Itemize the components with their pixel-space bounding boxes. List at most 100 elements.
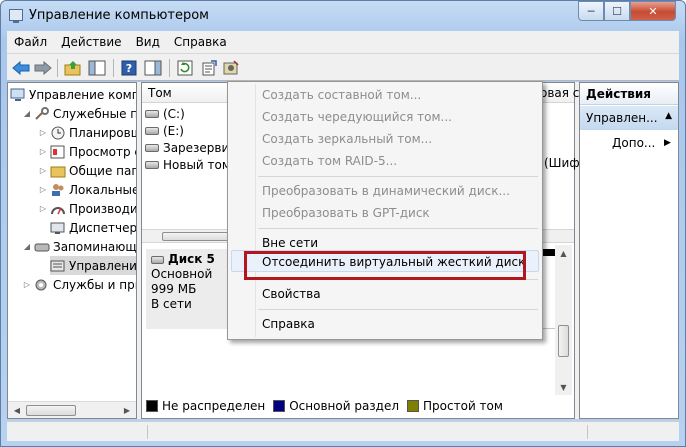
export-list-icon[interactable] (199, 58, 219, 78)
refresh-icon[interactable] (175, 58, 195, 78)
menu-item-create-striped[interactable]: Создать чередующийся том... (262, 107, 452, 127)
tree-item-computer-management[interactable]: Управление компь (10, 85, 137, 104)
forward-arrow-icon[interactable] (33, 58, 53, 78)
scroll-right-icon[interactable]: ▶ (119, 402, 135, 418)
column-header-filesystem[interactable]: овая с (540, 86, 579, 100)
tree-item-label: Производит (69, 201, 137, 216)
minimize-button[interactable]: ─ (578, 1, 604, 21)
tree-item-label: Просмотр с (69, 144, 137, 159)
menu-item-create-raid5[interactable]: Создать том RAID-5... (262, 151, 397, 171)
drive-icon (145, 144, 159, 152)
volume-label: (E:) (163, 124, 184, 138)
expand-arrow-icon[interactable]: ▷ (22, 280, 32, 289)
scroll-up-icon[interactable]: ▲ (555, 245, 572, 261)
tree-item-storage[interactable]: ◢ Запоминающ (22, 237, 137, 256)
up-folder-icon[interactable] (63, 58, 83, 78)
expand-arrow-icon[interactable]: ▷ (38, 185, 48, 194)
drive-icon (145, 110, 159, 118)
actions-pane: Действия Управлен... ▲ Допо... ▶ (579, 82, 679, 419)
settings-icon[interactable] (221, 58, 241, 78)
tree-item-label: Служебные пр (53, 106, 137, 121)
menu-item-convert-gpt[interactable]: Преобразовать в GPT-диск (262, 203, 430, 223)
collapse-up-icon[interactable]: ▲ (665, 111, 672, 121)
volume-label: Новый том (163, 158, 231, 172)
menu-item-detach-vhd[interactable]: Отсоединить виртуальный жесткий диск (262, 252, 525, 272)
menu-bar: Файл Действие Вид Справка (7, 31, 679, 53)
expand-arrow-icon[interactable]: ▷ (38, 166, 48, 175)
volume-row[interactable]: Новый том (145, 157, 231, 173)
disk-management-icon (50, 259, 66, 273)
back-arrow-icon[interactable] (11, 58, 31, 78)
menu-help[interactable]: Справка (167, 35, 234, 49)
console-tree[interactable]: Управление компь ◢ Служебные пр ▷ Планир… (7, 82, 137, 419)
tree-item-device-manager[interactable]: Диспетчер (50, 218, 137, 237)
tree-item-label: Управление компь (29, 87, 137, 102)
volume-label: (C:) (163, 107, 185, 121)
menu-item-convert-dynamic[interactable]: Преобразовать в динамический диск... (262, 181, 510, 201)
menu-item-help[interactable]: Справка (262, 314, 315, 334)
menu-file[interactable]: Файл (7, 35, 54, 49)
performance-icon (50, 202, 66, 216)
disk-status: В сети (151, 297, 192, 311)
column-header-volume[interactable]: Том (148, 86, 172, 100)
tree-horizontal-scrollbar[interactable]: ◀ ▶ (8, 401, 136, 418)
storage-icon (34, 240, 50, 254)
tree-item-services[interactable]: ▷ Службы и при (22, 275, 137, 294)
tree-item-shared-folders[interactable]: ▷ Общие папк (38, 161, 136, 180)
legend-swatch (146, 400, 158, 412)
tree-item-system-tools[interactable]: ◢ Служебные пр (22, 104, 137, 123)
disk-type: Основной (151, 267, 213, 281)
expand-arrow-icon[interactable]: ▷ (38, 147, 48, 156)
scroll-left-icon[interactable]: ◀ (9, 402, 25, 418)
more-actions-link[interactable]: Допо... (612, 136, 655, 150)
volume-filesystem-note: (Шиф (544, 156, 580, 170)
disk-context-menu: Создать составной том... Создать чередую… (227, 81, 543, 340)
disk-info-block[interactable]: Диск 5 Основной 999 МБ В сети (146, 249, 236, 329)
close-button[interactable]: ✕ (630, 1, 676, 21)
help-icon[interactable]: ? (119, 58, 139, 78)
scroll-down-icon[interactable]: ▼ (555, 379, 572, 395)
menu-item-properties[interactable]: Свойства (262, 284, 321, 304)
menu-item-offline[interactable]: Вне сети (262, 233, 318, 253)
disk-legend: Не распределен Основной раздел Простой т… (146, 397, 511, 415)
volume-row[interactable]: Зарезервир (145, 140, 237, 156)
title-bar[interactable]: Управление компьютером ─ ☐ ✕ (1, 1, 685, 31)
scroll-thumb[interactable] (26, 405, 76, 416)
expand-arrow-icon[interactable]: ▷ (38, 128, 48, 137)
tree-item-local-users[interactable]: ▷ Локальные (38, 180, 136, 199)
drive-icon (145, 161, 159, 169)
status-bar (7, 421, 679, 441)
scroll-thumb[interactable] (162, 232, 232, 241)
tree-item-disk-management[interactable]: Управлени (50, 256, 136, 275)
menu-action[interactable]: Действие (54, 35, 128, 49)
tree-item-label: Общие папк (69, 163, 136, 178)
show-hide-tree-icon[interactable] (87, 58, 107, 78)
scroll-thumb[interactable] (558, 325, 569, 357)
tree-item-label: Службы и при (53, 277, 137, 292)
menu-item-create-spanned[interactable]: Создать составной том... (262, 85, 421, 105)
volume-row[interactable]: (C:) (145, 106, 185, 122)
tree-item-label: Запоминающ (53, 239, 137, 254)
menu-view[interactable]: Вид (129, 35, 167, 49)
collapse-arrow-icon[interactable]: ◢ (22, 242, 32, 251)
maximize-button[interactable]: ☐ (604, 1, 630, 21)
services-icon (34, 278, 50, 292)
tree-item-event-viewer[interactable]: ▷ Просмотр с (38, 142, 137, 161)
properties-panel-icon[interactable] (143, 58, 163, 78)
tree-item-task-scheduler[interactable]: ▷ Планировщ (38, 123, 137, 142)
expand-arrow-icon[interactable]: ▷ (38, 204, 48, 213)
legend-label: Основной раздел (289, 399, 400, 413)
tree-item-label: Диспетчер (69, 220, 137, 235)
clock-icon (50, 126, 66, 140)
volume-row[interactable]: (E:) (145, 123, 184, 139)
disk-icon (151, 255, 164, 264)
collapse-arrow-icon[interactable]: ◢ (22, 109, 32, 118)
actions-section-disk-management[interactable]: Управлен... ▲ (580, 106, 678, 130)
svg-text:?: ? (126, 62, 132, 75)
submenu-arrow-icon[interactable]: ▶ (664, 138, 671, 148)
tree-item-performance[interactable]: ▷ Производит (38, 199, 137, 218)
menu-item-create-mirrored[interactable]: Создать зеркальный том... (262, 129, 432, 149)
tree-item-label: Планировщ (69, 125, 137, 140)
legend-item-simple: Простой том (407, 399, 503, 413)
disk-vertical-scrollbar[interactable]: ▲ ▼ (555, 245, 572, 395)
